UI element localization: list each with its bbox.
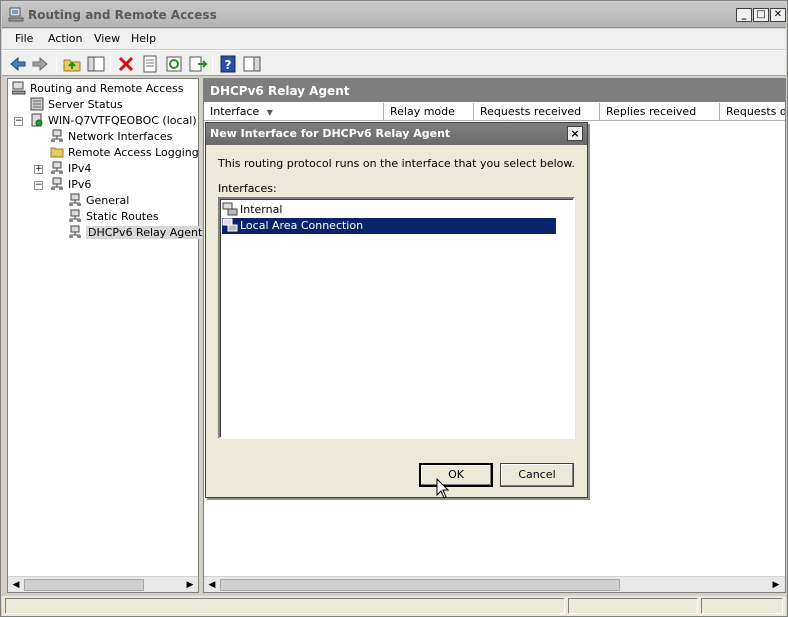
menu-bar: File Action View Help bbox=[2, 29, 786, 49]
status-cell-right bbox=[701, 598, 783, 614]
details-horizontal-scrollbar[interactable]: ◀ ▶ bbox=[204, 576, 785, 592]
tree-item-label: IPv6 bbox=[68, 178, 92, 191]
column-headers: Interface ▼ Relay mode Requests received… bbox=[204, 103, 785, 121]
folder-icon bbox=[50, 147, 64, 158]
tree-item-network-interfaces[interactable]: Network Interfaces bbox=[50, 129, 172, 145]
scrollbar-thumb[interactable] bbox=[220, 579, 620, 591]
action-pane-icon[interactable] bbox=[242, 54, 262, 74]
scrollbar-thumb[interactable] bbox=[24, 579, 144, 591]
tree-item-label: Remote Access Logging & P bbox=[68, 146, 221, 159]
column-relay-mode[interactable]: Relay mode bbox=[384, 103, 474, 121]
network-adapter-icon bbox=[222, 218, 238, 232]
network-icon bbox=[51, 177, 63, 190]
column-interface[interactable]: Interface ▼ bbox=[204, 103, 384, 121]
menu-view[interactable]: View bbox=[94, 32, 120, 45]
tree-item-remote-access-logging[interactable]: Remote Access Logging & P bbox=[50, 145, 221, 161]
menu-action[interactable]: Action bbox=[48, 32, 82, 45]
interface-item-local-area-connection[interactable]: Local Area Connection bbox=[222, 218, 556, 234]
tree-item-label: Server Status bbox=[48, 98, 123, 111]
server-icon bbox=[31, 113, 43, 127]
menu-file[interactable]: File bbox=[15, 32, 33, 45]
dialog-title-bar[interactable]: New Interface for DHCPv6 Relay Agent × bbox=[206, 123, 587, 145]
up-folder-icon[interactable] bbox=[62, 54, 82, 74]
cancel-button[interactable]: Cancel bbox=[500, 463, 574, 487]
interface-item-internal[interactable]: Internal bbox=[222, 202, 286, 218]
app-icon bbox=[8, 7, 24, 22]
network-icon bbox=[51, 161, 63, 174]
tree-item-label: Static Routes bbox=[86, 210, 159, 223]
close-button[interactable]: ✕ bbox=[770, 8, 786, 22]
new-interface-dialog: New Interface for DHCPv6 Relay Agent × T… bbox=[205, 122, 588, 498]
tree-item-label: WIN-Q7VTFQEOBOC (local) bbox=[48, 114, 197, 127]
maximize-button[interactable]: □ bbox=[753, 8, 769, 22]
network-icon bbox=[51, 129, 63, 142]
tree-item-label: IPv4 bbox=[68, 162, 92, 175]
sort-arrow-icon: ▼ bbox=[266, 108, 273, 117]
expand-ipv4-toggle[interactable]: + bbox=[34, 165, 43, 174]
properties-icon[interactable] bbox=[140, 54, 160, 74]
scroll-left-icon[interactable]: ◀ bbox=[10, 579, 22, 591]
tree-horizontal-scrollbar[interactable]: ◀ ▶ bbox=[8, 576, 198, 592]
minimize-button[interactable]: _ bbox=[736, 8, 752, 22]
column-requests-discarded[interactable]: Requests dis bbox=[720, 103, 785, 121]
dialog-title: New Interface for DHCPv6 Relay Agent bbox=[210, 127, 451, 140]
tree-item-dhcpv6-relay-agent[interactable]: DHCPv6 Relay Agent bbox=[68, 225, 205, 241]
refresh-icon[interactable] bbox=[164, 54, 184, 74]
console-tree: Routing and Remote Access Server Status … bbox=[7, 78, 221, 593]
dialog-description: This routing protocol runs on the interf… bbox=[218, 157, 575, 170]
tree-item-ipv4[interactable]: IPv4 bbox=[50, 161, 91, 177]
tree-item-label: Network Interfaces bbox=[68, 130, 173, 143]
mouse-pointer-icon bbox=[436, 478, 450, 499]
tree-item-server-status[interactable]: Server Status bbox=[30, 97, 123, 113]
scroll-right-icon[interactable]: ▶ bbox=[770, 579, 782, 591]
toolbar: ? bbox=[2, 50, 786, 76]
delete-icon[interactable] bbox=[116, 54, 136, 74]
window-title: Routing and Remote Access bbox=[28, 8, 217, 22]
pane-title: DHCPv6 Relay Agent bbox=[204, 79, 785, 102]
network-icon bbox=[69, 225, 81, 238]
network-icon bbox=[69, 209, 81, 222]
help-icon[interactable]: ? bbox=[218, 54, 238, 74]
column-requests-received[interactable]: Requests received bbox=[474, 103, 600, 121]
status-cell-main bbox=[5, 598, 565, 614]
main-window: Routing and Remote Access _ □ ✕ File Act… bbox=[0, 0, 788, 617]
tree-item-general[interactable]: General bbox=[68, 193, 129, 209]
collapse-server-toggle[interactable]: − bbox=[14, 117, 23, 126]
tree-item-label: DHCPv6 Relay Agent bbox=[86, 226, 205, 239]
forward-icon[interactable] bbox=[30, 54, 50, 74]
tree-item-server[interactable]: WIN-Q7VTFQEOBOC (local) bbox=[30, 113, 197, 129]
tree-item-static-routes[interactable]: Static Routes bbox=[68, 209, 159, 225]
back-icon[interactable] bbox=[8, 54, 28, 74]
menu-help[interactable]: Help bbox=[131, 32, 156, 45]
show-hide-tree-icon[interactable] bbox=[86, 54, 106, 74]
status-bar bbox=[2, 596, 786, 616]
column-replies-received[interactable]: Replies received bbox=[600, 103, 720, 121]
server-console-icon bbox=[12, 81, 26, 95]
svg-text:?: ? bbox=[225, 58, 232, 72]
export-list-icon[interactable] bbox=[188, 54, 208, 74]
tree-item-routing-root[interactable]: Routing and Remote Access bbox=[12, 81, 183, 97]
title-bar[interactable]: Routing and Remote Access _ □ ✕ bbox=[2, 2, 786, 28]
network-adapter-icon bbox=[222, 202, 238, 216]
tree-item-label: General bbox=[86, 194, 130, 207]
tree-item-ipv6[interactable]: IPv6 bbox=[50, 177, 91, 193]
interfaces-listbox[interactable]: Internal Local Area Connection bbox=[218, 197, 575, 439]
collapse-ipv6-toggle[interactable]: − bbox=[34, 181, 43, 190]
interfaces-label: Interfaces: bbox=[218, 182, 277, 195]
ok-button[interactable]: OK bbox=[419, 463, 493, 487]
status-cell-middle bbox=[568, 598, 698, 614]
dialog-close-button[interactable]: × bbox=[567, 126, 583, 141]
scroll-left-icon[interactable]: ◀ bbox=[206, 579, 218, 591]
server-status-icon bbox=[30, 97, 44, 111]
network-icon bbox=[69, 193, 81, 206]
scroll-right-icon[interactable]: ▶ bbox=[184, 579, 196, 591]
tree-item-label: Routing and Remote Access bbox=[30, 82, 184, 95]
